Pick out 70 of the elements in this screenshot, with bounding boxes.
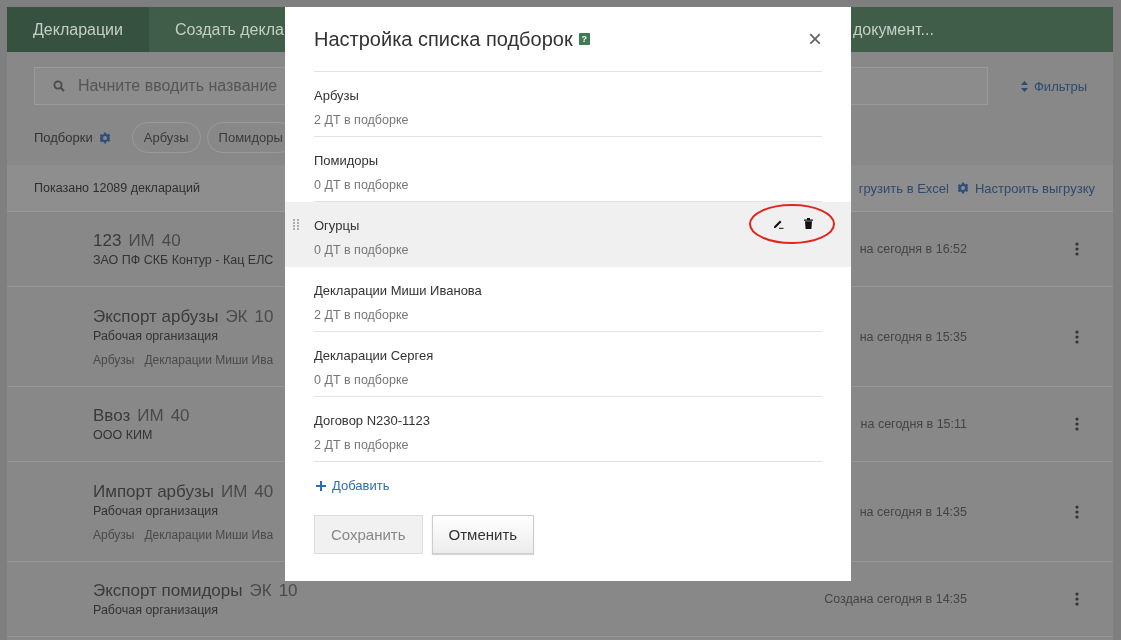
collection-name: Помидоры <box>314 152 379 168</box>
declaration-code: 40 <box>254 481 274 502</box>
collection-row[interactable]: Огурцы 0 ДТ в подборке <box>285 202 851 267</box>
collections-label: Подборки <box>34 130 93 145</box>
nav-tab[interactable]: Декларации <box>7 7 149 52</box>
declaration-title[interactable]: Экспорт помидоры <box>93 581 243 601</box>
created-date: на сегодня в 15:11 <box>860 417 967 431</box>
created-date: на сегодня в 15:35 <box>859 329 967 344</box>
declaration-title[interactable]: Импорт арбузы <box>93 481 214 502</box>
gear-icon[interactable] <box>98 131 111 144</box>
organization-name: Рабочая организация <box>93 603 220 617</box>
declaration-type: ЭК <box>249 581 272 601</box>
organization-name: ООО КИМ <box>93 428 154 442</box>
sort-icon <box>1021 80 1028 92</box>
declaration-code: 10 <box>278 581 298 601</box>
drag-handle-icon[interactable] <box>293 219 299 230</box>
collection-count: 0 ДТ в подборке <box>314 242 409 257</box>
declaration-tag: Декларации Миши Ива <box>144 527 274 542</box>
configure-export-link[interactable]: Настроить выгрузку <box>957 180 1095 196</box>
more-menu-icon[interactable] <box>1075 417 1079 431</box>
gear-icon <box>957 182 969 194</box>
more-menu-icon[interactable] <box>1075 592 1079 606</box>
plus-icon <box>316 480 326 491</box>
close-button[interactable]: × <box>808 27 822 51</box>
more-menu-icon[interactable] <box>1075 504 1079 519</box>
collection-count: 2 ДТ в подборке <box>314 112 409 127</box>
created-date: Создана сегодня в 14:35 <box>824 592 967 606</box>
declaration-title[interactable]: 123 <box>93 231 122 251</box>
export-link[interactable]: грузить в Excel <box>858 180 949 196</box>
collection-name: Договор N230-1123 <box>314 412 431 428</box>
more-menu-icon[interactable] <box>1075 329 1079 344</box>
dialog-button[interactable]: Отменить <box>431 514 535 554</box>
declaration-tag: Арбузы <box>93 352 135 367</box>
collection-count: 0 ДТ в подборке <box>314 177 409 192</box>
declaration-type: ЭК <box>225 306 248 327</box>
nav-tab[interactable]: документ... <box>851 7 960 52</box>
search-icon <box>53 80 65 92</box>
declaration-code: 40 <box>161 231 181 251</box>
declaration-code: 40 <box>170 406 190 426</box>
collection-count: 0 ДТ в подборке <box>314 372 409 387</box>
add-link[interactable]: Добавить <box>316 478 390 493</box>
more-menu-icon[interactable] <box>1075 242 1079 256</box>
collection-row[interactable]: Декларации Миши Иванова 2 ДТ в подборке <box>285 267 851 332</box>
declaration-type: ИМ <box>128 231 155 251</box>
declaration-type: ИМ <box>220 481 248 502</box>
trash-icon[interactable] <box>804 218 813 229</box>
created-date: на сегодня в 16:52 <box>859 242 967 256</box>
organization-name: ЗАО ПФ СКБ Контур - Кац ЕЛС <box>93 253 275 267</box>
declaration-title[interactable]: Экспорт арбузы <box>93 306 219 327</box>
pencil-icon[interactable] <box>773 218 784 229</box>
organization-name: Рабочая организация <box>93 328 220 343</box>
collection-row[interactable]: Договор N230-1123 2 ДТ в подборке <box>285 397 851 462</box>
declaration-tag: Арбузы <box>93 527 135 542</box>
collection-count: 2 ДТ в подборке <box>314 307 409 322</box>
organization-name: Рабочая организация <box>93 503 220 518</box>
created-date: на сегодня в 14:35 <box>859 504 967 519</box>
dialog-title: Настройка списка подборок <box>314 27 573 51</box>
declaration-type: ИМ <box>137 406 164 426</box>
declaration-code: 10 <box>254 306 274 327</box>
collection-row[interactable]: Декларации Сергея 0 ДТ в подборке <box>285 332 851 397</box>
collection-name: Декларации Миши Иванова <box>314 282 482 298</box>
collection-name: Огурцы <box>314 217 360 233</box>
collection-name: Декларации Сергея <box>314 347 434 363</box>
help-icon[interactable]: ? <box>578 33 590 45</box>
filters-link[interactable]: Фильтры <box>1021 78 1087 94</box>
count-text: Показано 12089 деклараций <box>34 181 200 195</box>
collection-name: Арбузы <box>314 87 359 103</box>
declaration-tag: Декларации Миши Ива <box>144 352 274 367</box>
declaration-title[interactable]: Ввоз <box>93 406 131 426</box>
collection-count: 2 ДТ в подборке <box>314 437 409 452</box>
